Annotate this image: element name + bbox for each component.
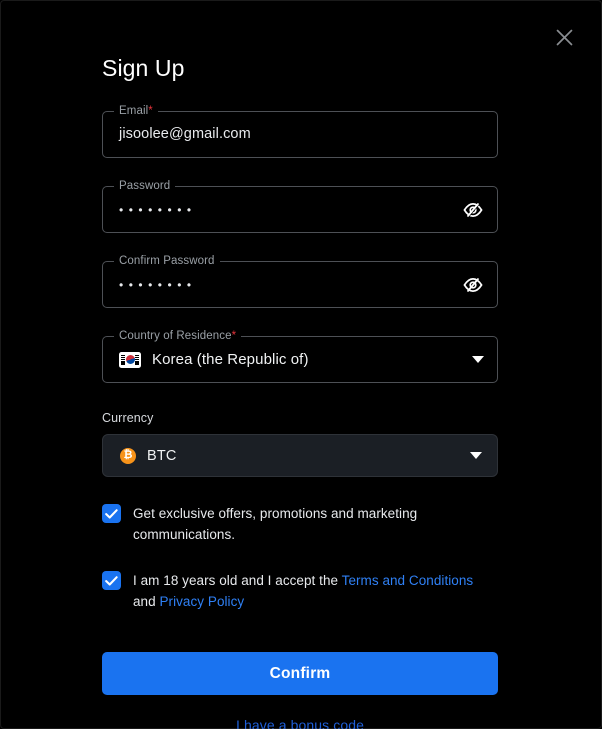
password-field[interactable]: Password •••••••• — [102, 179, 498, 233]
privacy-policy-link[interactable]: Privacy Policy — [159, 594, 244, 609]
marketing-consent-label: Get exclusive offers, promotions and mar… — [133, 506, 418, 542]
page-title: Sign Up — [102, 55, 185, 81]
terms-consent-label: I am 18 years old and I accept the Terms… — [133, 570, 493, 612]
bonus-code-link[interactable]: I have a bonus code — [102, 717, 498, 729]
terms-consent-row[interactable]: I am 18 years old and I accept the Terms… — [102, 570, 498, 612]
confirm-password-input[interactable]: •••••••• — [119, 261, 197, 308]
taegeuk — [125, 355, 135, 364]
close-icon[interactable] — [550, 23, 578, 51]
email-field[interactable]: Email* jisoolee@gmail.com — [102, 104, 498, 158]
chevron-down-icon[interactable] — [470, 452, 482, 459]
currency-selected-value: BTC — [147, 447, 177, 464]
email-input[interactable]: jisoolee@gmail.com — [119, 111, 251, 158]
terms-text-middle: and — [133, 594, 160, 609]
signup-modal: Sign Up Email* jisoolee@gmail.com Passwo… — [0, 0, 602, 729]
terms-checkbox[interactable] — [102, 571, 121, 590]
password-input[interactable]: •••••••• — [119, 186, 197, 233]
currency-label: Currency — [102, 411, 154, 425]
eye-off-icon[interactable] — [462, 186, 484, 233]
marketing-checkbox[interactable] — [102, 504, 121, 523]
country-value-group: Korea (the Republic of) — [119, 336, 309, 383]
signup-form: Email* jisoolee@gmail.com Password •••••… — [102, 104, 498, 729]
check-icon — [105, 508, 118, 519]
chevron-down-icon-glyph — [472, 356, 484, 363]
eye-off-icon-glyph — [463, 202, 483, 217]
eye-off-icon-glyph — [463, 277, 483, 292]
confirm-button[interactable]: Confirm — [102, 652, 498, 695]
currency-select[interactable]: ₿ BTC — [102, 434, 498, 477]
eye-off-icon[interactable] — [462, 261, 484, 308]
country-selected-value: Korea (the Republic of) — [152, 351, 309, 368]
terms-text-before: I am 18 years old and I accept the — [133, 573, 342, 588]
confirm-password-field[interactable]: Confirm Password •••••••• — [102, 254, 498, 308]
terms-and-conditions-link[interactable]: Terms and Conditions — [342, 573, 474, 588]
south-korea-flag-icon — [119, 351, 141, 368]
currency-block: Currency ₿ BTC — [102, 411, 498, 477]
marketing-consent-row[interactable]: Get exclusive offers, promotions and mar… — [102, 503, 498, 545]
chevron-down-icon[interactable] — [472, 336, 484, 383]
check-icon — [105, 575, 118, 586]
bitcoin-icon: ₿ — [120, 447, 136, 464]
close-icon-glyph — [556, 29, 572, 45]
country-field[interactable]: Country of Residence* Korea (the Republi… — [102, 329, 498, 383]
